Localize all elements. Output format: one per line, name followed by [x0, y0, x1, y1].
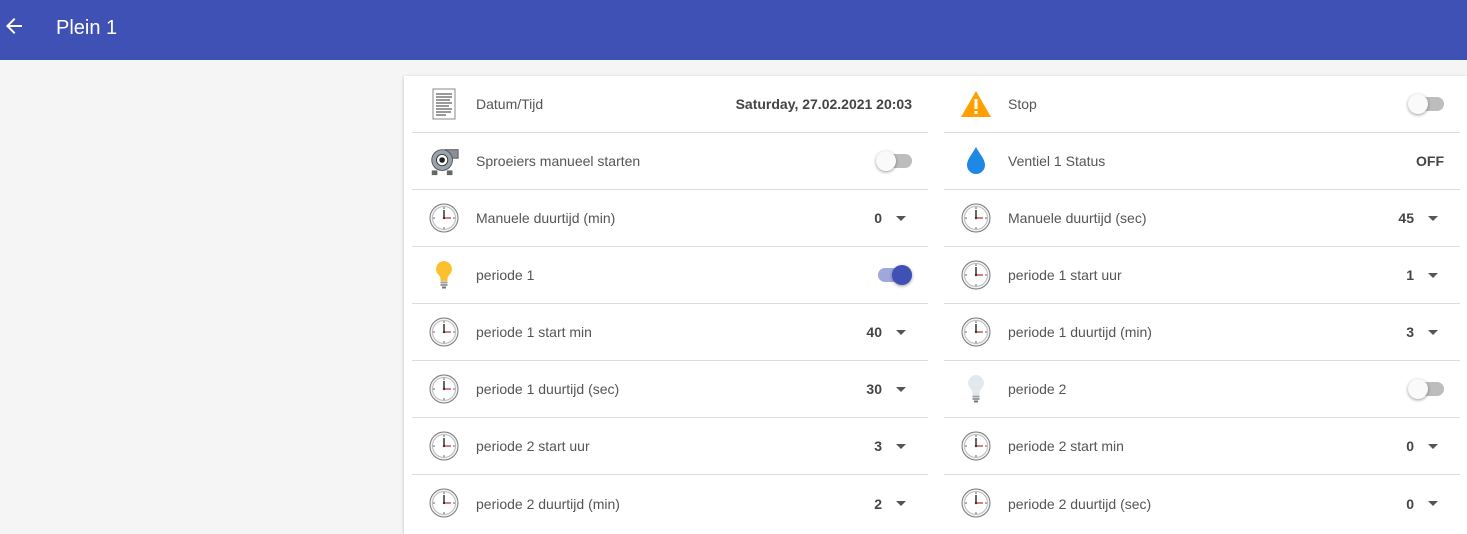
row-manuele-duurtijd-min: Manuele duurtijd (min) 0 [412, 190, 928, 247]
row-label: periode 1 [476, 267, 535, 283]
dropdown-arrow-icon [1428, 501, 1438, 506]
row-periode-2-duurtijd-min: periode 2 duurtijd (min) 2 [412, 475, 928, 532]
select-value: 40 [866, 324, 882, 340]
row-label: periode 2 [1008, 381, 1067, 397]
dropdown-arrow-icon [896, 501, 906, 506]
row-label: Sproeiers manueel starten [476, 153, 641, 169]
value-select[interactable]: 40 [866, 324, 906, 340]
settings-card: Datum/Tijd Saturday, 27.02.2021 20:03 Spro… [404, 76, 1467, 534]
clock-icon [428, 430, 460, 462]
row-label: periode 2 duurtijd (sec) [1008, 495, 1152, 512]
row-label: periode 2 duurtijd (min) [476, 495, 620, 512]
value-select[interactable]: 30 [866, 381, 906, 397]
left-column: Datum/Tijd Saturday, 27.02.2021 20:03 Spro… [412, 76, 928, 532]
warning-icon [960, 88, 992, 120]
select-value: 30 [866, 381, 882, 397]
clock-icon [960, 259, 992, 291]
toggle-thumb [892, 265, 912, 285]
clock-icon [960, 316, 992, 348]
select-value: 45 [1398, 210, 1414, 226]
toggle-thumb [1408, 379, 1428, 399]
dropdown-arrow-icon [1428, 329, 1438, 335]
row-periode-1-start-min: periode 1 start min 40 [412, 304, 928, 361]
row-datum-tijd: Datum/Tijd Saturday, 27.02.2021 20:03 [412, 76, 928, 133]
clock-icon [960, 430, 992, 462]
clock-icon [428, 202, 460, 234]
value-select[interactable]: 1 [1406, 267, 1438, 283]
clock-icon [428, 487, 460, 519]
select-value: 0 [874, 210, 882, 226]
row-periode-1: periode 1 [412, 247, 928, 304]
water-drop-icon [960, 145, 992, 177]
row-periode-2-start-min: periode 2 start min 0 [944, 418, 1460, 475]
clock-icon [960, 202, 992, 234]
toggle-switch[interactable] [876, 265, 912, 285]
value-select[interactable]: 3 [874, 438, 906, 454]
dropdown-arrow-icon [896, 443, 906, 449]
app-bar: Plein 1 [0, 0, 1467, 60]
row-periode-2: periode 2 [944, 361, 1460, 418]
row-label: periode 2 start uur [476, 438, 590, 454]
row-value: Saturday, 27.02.2021 20:03 [735, 96, 912, 112]
value-select[interactable]: 0 [874, 210, 906, 226]
row-label: Manuele duurtijd (min) [476, 210, 616, 226]
row-label: periode 1 start min [476, 324, 592, 340]
row-label: Ventiel 1 Status [1008, 153, 1106, 169]
row-label: periode 1 start uur [1008, 267, 1122, 283]
row-sproeiers-manueel-starten: Sproeiers manueel starten [412, 133, 928, 190]
row-ventiel-1-status: Ventiel 1 Status OFF [944, 133, 1460, 190]
select-value: 0 [1406, 495, 1414, 512]
toggle-switch[interactable] [1408, 379, 1444, 399]
toggle-thumb [876, 151, 896, 171]
dropdown-arrow-icon [1428, 443, 1438, 449]
row-periode-1-start-uur: periode 1 start uur 1 [944, 247, 1460, 304]
select-value: 2 [874, 495, 882, 512]
right-column: Stop Ventiel 1 Status OFF Manuele duurtijd … [944, 76, 1460, 532]
pump-icon [428, 145, 460, 177]
row-periode-2-duurtijd-sec: periode 2 duurtijd (sec) 0 [944, 475, 1460, 532]
bulb-on-icon [428, 259, 460, 291]
clock-icon [960, 487, 992, 519]
value-select[interactable]: 3 [1406, 324, 1438, 340]
row-label: periode 1 duurtijd (min) [1008, 324, 1152, 340]
value-select[interactable]: 0 [1406, 496, 1438, 512]
row-value: OFF [1416, 153, 1444, 169]
row-manuele-duurtijd-sec: Manuele duurtijd (sec) 45 [944, 190, 1460, 247]
dropdown-arrow-icon [896, 215, 906, 221]
dropdown-arrow-icon [1428, 215, 1438, 221]
dropdown-arrow-icon [896, 329, 906, 335]
page-title: Plein 1 [56, 17, 118, 39]
value-select[interactable]: 0 [1406, 438, 1438, 454]
dropdown-arrow-icon [1428, 272, 1438, 278]
row-label: periode 1 duurtijd (sec) [476, 381, 620, 397]
toggle-switch[interactable] [876, 151, 912, 171]
back-arrow-icon[interactable] [4, 16, 24, 36]
dropdown-arrow-icon [896, 386, 906, 392]
row-label: Stop [1008, 96, 1037, 112]
row-stop: Stop [944, 76, 1460, 133]
value-select[interactable]: 45 [1398, 210, 1438, 226]
row-label: Datum/Tijd [476, 96, 544, 112]
row-periode-1-duurtijd-min: periode 1 duurtijd (min) 3 [944, 304, 1460, 361]
clock-icon [428, 373, 460, 405]
select-value: 1 [1406, 267, 1414, 283]
bulb-off-icon [960, 373, 992, 405]
select-value: 0 [1406, 438, 1414, 454]
toggle-switch[interactable] [1408, 94, 1444, 114]
toggle-thumb [1408, 94, 1428, 114]
value-select[interactable]: 2 [874, 496, 906, 512]
clock-icon [428, 316, 460, 348]
select-value: 3 [1406, 324, 1414, 340]
row-periode-1-duurtijd-sec: periode 1 duurtijd (sec) 30 [412, 361, 928, 418]
document-icon [428, 88, 460, 120]
row-label: Manuele duurtijd (sec) [1008, 210, 1147, 226]
row-label: periode 2 start min [1008, 438, 1124, 454]
select-value: 3 [874, 438, 882, 454]
row-periode-2-start-uur: periode 2 start uur 3 [412, 418, 928, 475]
